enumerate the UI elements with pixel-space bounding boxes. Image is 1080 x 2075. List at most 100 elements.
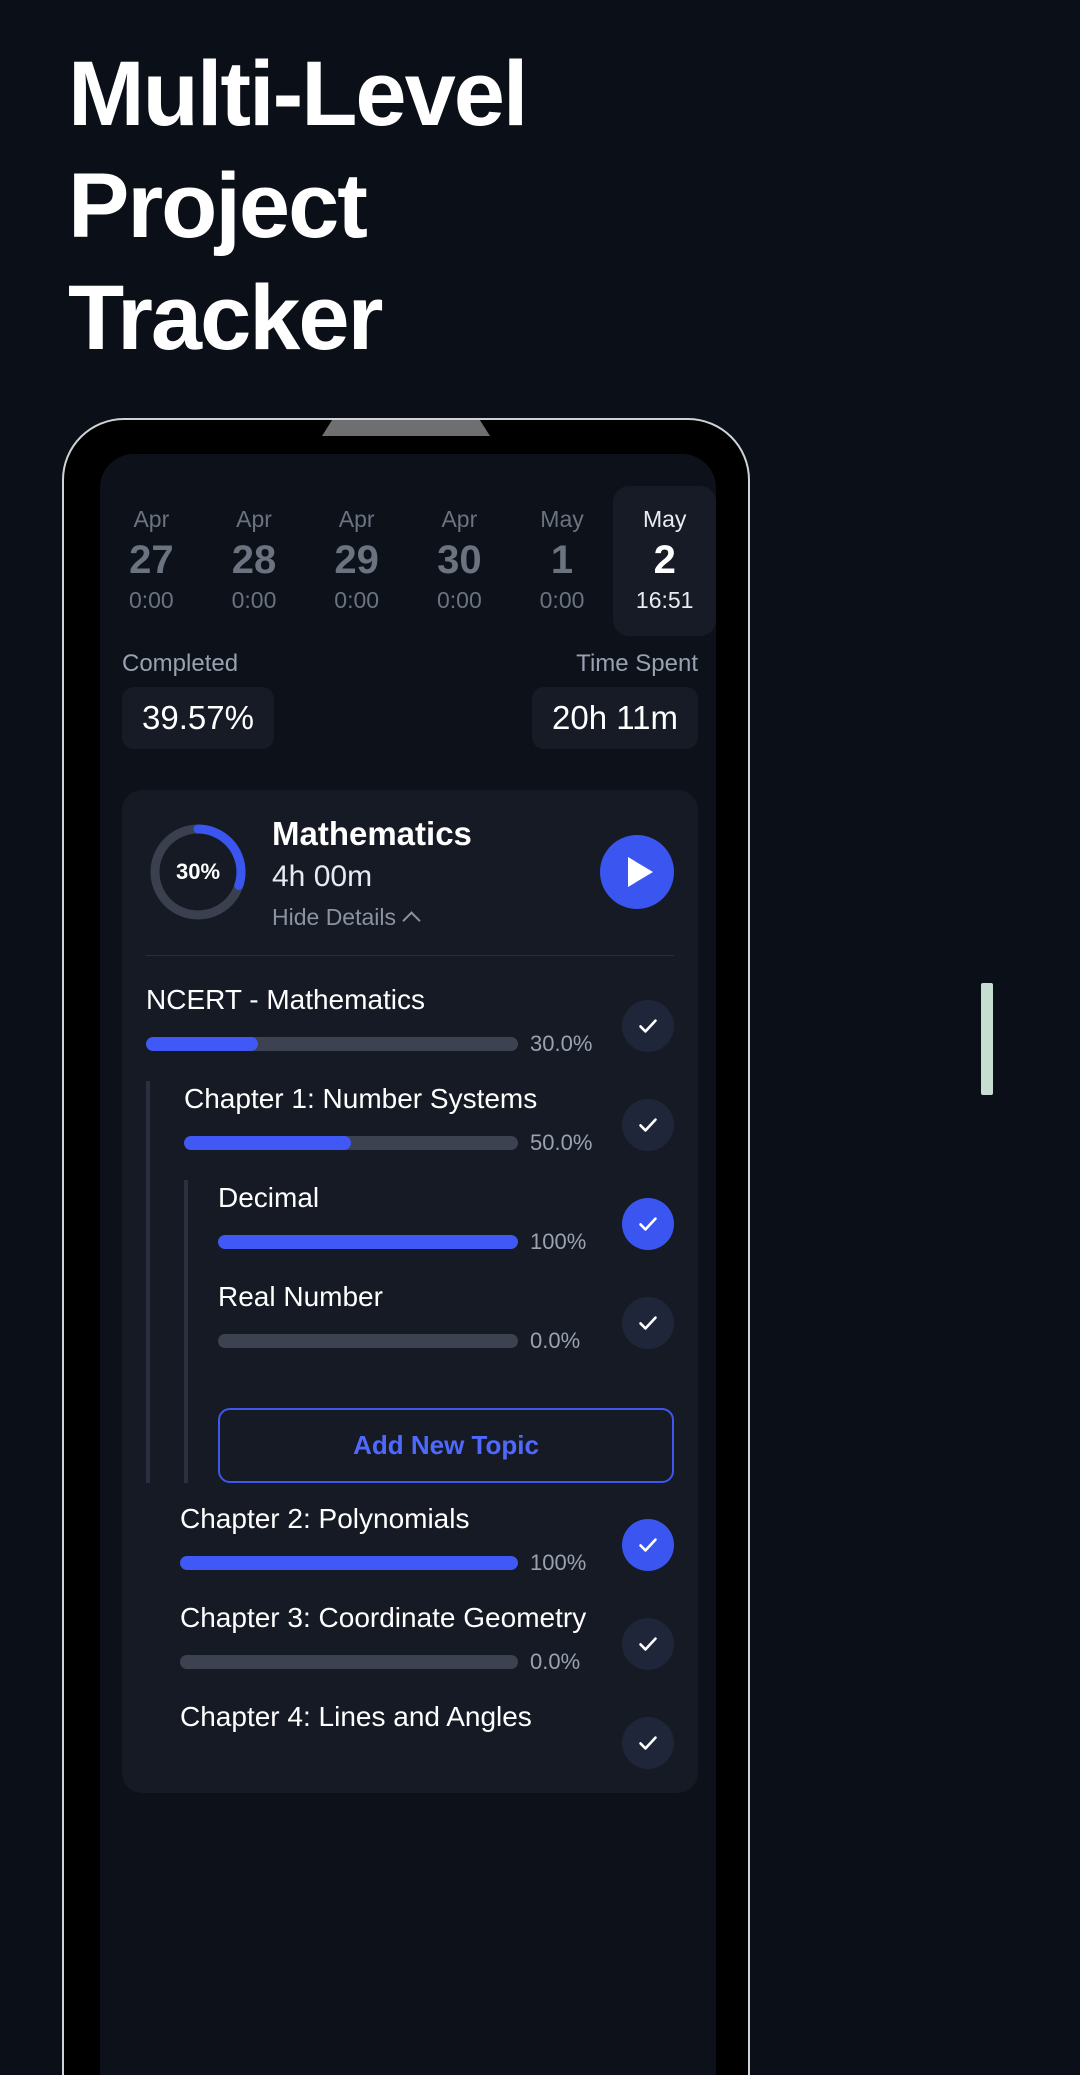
phone-screen: Apr 27 0:00 Apr 28 0:00 Apr 29 0:00 Apr 30 0:00 May 1…	[100, 454, 716, 2075]
tree-node-row[interactable]: Real Number 0.0%	[218, 1279, 674, 1354]
date-time: 0:00	[231, 587, 277, 613]
play-icon	[627, 857, 653, 888]
date-cell-may-2[interactable]: May 2 16:51	[613, 486, 716, 636]
progress-ring-label: 30%	[175, 859, 221, 885]
date-time: 0:00	[539, 587, 585, 613]
tree-node-spacer	[180, 1675, 674, 1699]
tree-branch-topics: Decimal 100% Real Number 0.0% Add New Topic	[184, 1179, 674, 1483]
tree-node-row[interactable]: Chapter 4: Lines and Angles	[180, 1699, 674, 1769]
date-month: May	[642, 506, 687, 532]
tree-node-level-3: Decimal 100%	[218, 1180, 674, 1279]
tree-node-level-3: Real Number 0.0%	[218, 1279, 674, 1378]
date-cell-apr-27[interactable]: Apr 27 0:00	[100, 486, 203, 636]
tree-node-title: Decimal	[218, 1181, 320, 1213]
complete-checkbox[interactable]	[622, 1716, 674, 1769]
tree-node-progress: 100%	[218, 1229, 608, 1255]
subject-name: Mathematics	[272, 815, 472, 852]
tree-node-title: Chapter 2: Polynomials	[180, 1502, 470, 1534]
power-button[interactable]	[981, 983, 993, 1095]
tree-node-row[interactable]: Decimal 100%	[218, 1180, 674, 1255]
tree-node-row[interactable]: Chapter 3: Coordinate Geometry 0.0%	[180, 1600, 674, 1675]
date-cell-may-1[interactable]: May 1 0:00	[511, 486, 614, 636]
date-month: Apr	[338, 506, 375, 532]
tree-node-spacer	[218, 1255, 674, 1279]
subject-info: Mathematics 4h 00m Hide Details	[272, 814, 578, 931]
subject-header: 30% Mathematics 4h 00m Hide Details	[146, 814, 674, 955]
date-day: 27	[129, 538, 174, 582]
progress-bar	[146, 1036, 518, 1051]
progress-bar	[180, 1654, 518, 1669]
tree-node-level-2: Chapter 3: Coordinate Geometry 0.0%	[180, 1600, 674, 1699]
tree-node-title: Chapter 4: Lines and Angles	[180, 1700, 532, 1732]
add-new-topic-button[interactable]: Add New Topic	[218, 1407, 674, 1483]
tree-branch-chapter-1: Chapter 1: Number Systems 50.0% Decimal 100…	[146, 1080, 674, 1483]
tree-node-spacer	[218, 1354, 674, 1378]
progress-percent-label: 100%	[530, 1228, 587, 1254]
tree-node-progress: 0.0%	[218, 1328, 608, 1354]
date-month: May	[540, 506, 584, 532]
date-cell-apr-30[interactable]: Apr 30 0:00	[408, 486, 511, 636]
tree-node-main: Decimal 100%	[218, 1180, 608, 1255]
tree-node-spacer	[180, 1576, 674, 1600]
complete-checkbox[interactable]	[622, 1617, 674, 1670]
progress-bar	[180, 1555, 518, 1570]
date-time: 0:00	[436, 587, 482, 613]
date-cell-apr-28[interactable]: Apr 28 0:00	[203, 486, 306, 636]
date-time: 0:00	[128, 587, 174, 613]
tree-node-progress: 30.0%	[146, 1031, 608, 1057]
subject-time: 4h 00m	[272, 859, 373, 893]
tree-node-title: Chapter 1: Number Systems	[184, 1082, 538, 1114]
stat-completed: Completed 39.57%	[122, 650, 274, 749]
tree-node-row[interactable]: NCERT - Mathematics 30.0%	[146, 982, 674, 1057]
date-day: 2	[653, 538, 676, 582]
progress-percent-label: 30.0%	[530, 1030, 593, 1056]
tree-node-spacer	[184, 1156, 674, 1180]
completed-value: 39.57%	[122, 687, 274, 749]
hide-details-toggle[interactable]: Hide Details	[272, 904, 419, 931]
progress-bar-fill	[180, 1555, 518, 1570]
page-title: Multi-Level Project Tracker	[68, 38, 788, 374]
tree-node-level-2: Chapter 1: Number Systems 50.0%	[184, 1081, 674, 1180]
date-strip[interactable]: Apr 27 0:00 Apr 28 0:00 Apr 29 0:00 Apr 30 0:00 May 1…	[100, 486, 716, 636]
complete-checkbox[interactable]	[622, 1098, 674, 1151]
progress-percent-label: 100%	[530, 1549, 587, 1575]
date-cell-apr-29[interactable]: Apr 29 0:00	[305, 486, 408, 636]
tree-node-title: Chapter 3: Coordinate Geometry	[180, 1601, 587, 1633]
subject-card: 30% Mathematics 4h 00m Hide Details NCER…	[122, 790, 698, 1793]
tree-node-main: Chapter 3: Coordinate Geometry 0.0%	[180, 1600, 608, 1675]
play-button[interactable]	[600, 835, 674, 910]
tree-node-level-2: Chapter 4: Lines and Angles	[180, 1699, 674, 1793]
progress-bar-fill	[218, 1234, 518, 1249]
date-month: Apr	[441, 506, 478, 532]
tree-node-level-2: Chapter 2: Polynomials 100%	[180, 1501, 674, 1600]
tree-node-row[interactable]: Chapter 1: Number Systems 50.0%	[184, 1081, 674, 1156]
tree-node-main: Chapter 2: Polynomials 100%	[180, 1501, 608, 1576]
tree-node-spacer	[146, 1057, 674, 1081]
tree-node-main: NCERT - Mathematics 30.0%	[146, 982, 608, 1057]
tree-branch-chapters: Chapter 2: Polynomials 100% Chapter 3: Coo…	[146, 1501, 674, 1793]
phone-mockup: Apr 27 0:00 Apr 28 0:00 Apr 29 0:00 Apr 30 0:00 May 1…	[62, 418, 750, 2075]
progress-percent-label: 0.0%	[530, 1327, 581, 1353]
progress-bar-fill	[184, 1135, 351, 1150]
tree-node-row[interactable]: Chapter 2: Polynomials 100%	[180, 1501, 674, 1576]
stat-time-spent: Time Spent 20h 11m	[532, 650, 698, 749]
progress-percent-label: 0.0%	[530, 1648, 581, 1674]
page-root: Multi-Level Project Tracker Apr 27 0:00 Apr…	[0, 0, 1080, 2075]
phone-notch	[322, 420, 490, 436]
complete-checkbox[interactable]	[622, 1197, 674, 1250]
complete-checkbox[interactable]	[622, 1296, 674, 1349]
tree-node-main: Chapter 1: Number Systems 50.0%	[184, 1081, 608, 1156]
date-day: 1	[550, 538, 574, 582]
date-day: 28	[231, 538, 277, 582]
date-time: 0:00	[334, 587, 380, 613]
date-day: 30	[437, 538, 482, 582]
tree-node-progress: 100%	[180, 1550, 608, 1576]
tree-node-level-1: NCERT - Mathematics 30.0%	[146, 982, 674, 1081]
tree-node-spacer	[180, 1769, 674, 1793]
complete-checkbox[interactable]	[622, 999, 674, 1052]
chevron-up-icon	[404, 910, 419, 925]
date-day: 29	[334, 538, 379, 582]
tree-node-title: Real Number	[218, 1280, 383, 1312]
complete-checkbox[interactable]	[622, 1518, 674, 1571]
tree-node-main: Real Number 0.0%	[218, 1279, 608, 1354]
